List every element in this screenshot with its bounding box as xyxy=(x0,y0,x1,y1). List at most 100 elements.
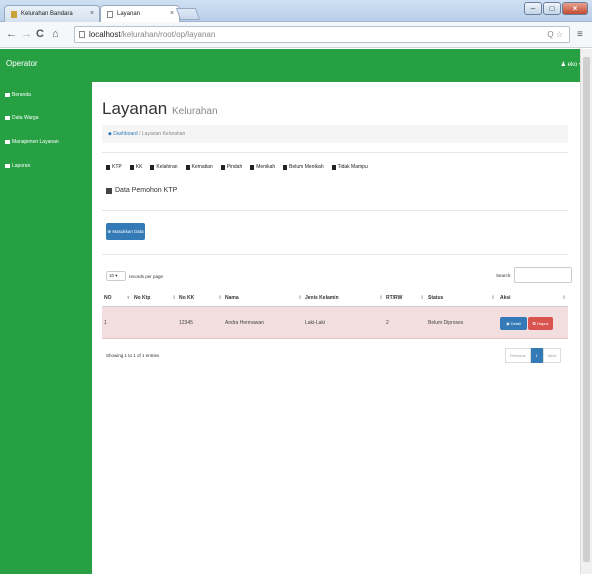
search-label: Search: xyxy=(496,272,512,278)
cell-status: Belum Diproses xyxy=(428,320,464,326)
cell-nama: Andra Hermawan xyxy=(225,320,264,326)
cell-no-kk: 12345 xyxy=(179,320,193,326)
bookmark-icon xyxy=(283,164,288,170)
hapus-button[interactable]: ✪ Hapus xyxy=(528,317,553,330)
col-no-ktp[interactable]: No Ktp xyxy=(134,295,150,301)
back-arrow-icon[interactable]: ← xyxy=(6,27,17,41)
sort-icon: ⇕ xyxy=(218,295,223,301)
tab-kematian[interactable]: Kematian xyxy=(185,164,213,170)
list-icon xyxy=(5,140,10,144)
sort-icon: ⇕ xyxy=(298,295,303,301)
records-per-page-select[interactable]: 10 ▾ xyxy=(106,271,126,281)
cell-no: 1 xyxy=(104,320,107,326)
bookmark-icon xyxy=(129,164,134,170)
bookmark-icon xyxy=(185,164,190,170)
dashboard-icon xyxy=(5,93,10,97)
users-icon xyxy=(106,187,112,194)
maximize-icon: □ xyxy=(549,4,555,13)
tab-label: Belum Menikah xyxy=(289,164,324,170)
add-data-button[interactable]: ⊕ Masukkan Data xyxy=(106,223,145,240)
url-host: localhost xyxy=(89,30,121,39)
tab-kelahiran[interactable]: Kelahiran xyxy=(150,164,178,170)
detail-button[interactable]: ◉ Detail xyxy=(500,317,527,330)
zoom-star-icons[interactable]: Q ☆ xyxy=(547,27,563,42)
records-per-page: 10 ▾ records per page xyxy=(106,271,163,281)
data-table: NO ▾ No Ktp ⇕ No KK ⇕ Nama ⇕ Jenis Kelam… xyxy=(102,290,568,339)
sidebar-item-data-warga[interactable]: Data Warga xyxy=(5,115,39,121)
pagination-previous[interactable]: Previous xyxy=(505,348,531,363)
col-jenis-kelamin[interactable]: Jenis Kelamin xyxy=(305,295,339,301)
minimize-icon: – xyxy=(530,4,536,13)
users-icon xyxy=(5,116,10,120)
breadcrumb-dashboard[interactable]: ◆ Dashboard xyxy=(108,131,138,137)
scrollbar-thumb[interactable] xyxy=(583,57,590,562)
col-no-kk[interactable]: No KK xyxy=(179,295,194,301)
tab-close-icon[interactable]: × xyxy=(170,10,174,17)
user-menu[interactable]: ♟ eko ▾ xyxy=(561,61,582,68)
cell-jenis-kelamin: Laki-Laki xyxy=(305,320,326,326)
new-tab-button[interactable] xyxy=(175,8,201,20)
user-name: eko xyxy=(567,62,578,68)
tab-close-icon[interactable]: × xyxy=(90,10,94,17)
sort-icon: ⇕ xyxy=(172,295,177,301)
app-brand[interactable]: Operator xyxy=(6,59,38,68)
sidebar-item-manajemen-layanan[interactable]: Manajemen Layanan xyxy=(5,139,59,145)
browser-tab-layanan[interactable]: Layanan × xyxy=(100,5,180,22)
section-title-text: Data Pemohon KTP xyxy=(115,187,178,194)
breadcrumb: ◆ Dashboard / Layanan Kelurahan xyxy=(102,125,568,143)
table-search: Search: xyxy=(496,267,572,283)
bookmark-icon xyxy=(331,164,336,170)
bookmark-icon xyxy=(106,164,110,170)
pagination-next[interactable]: Next xyxy=(542,348,562,363)
page-scrollbar[interactable] xyxy=(580,49,592,574)
search-input[interactable] xyxy=(513,267,572,283)
sort-icon: ⇕ xyxy=(491,295,496,301)
col-nama[interactable]: Nama xyxy=(225,295,239,301)
sidebar-item-beranda[interactable]: Beranda xyxy=(5,92,31,98)
maximize-button[interactable]: □ xyxy=(543,2,561,15)
url-input[interactable]: localhost/kelurahan/root/op/layanan Q ☆ xyxy=(74,26,570,43)
table-row: 1 12345 Andra Hermawan Laki-Laki 2 Belum… xyxy=(102,307,568,339)
tab-pindah[interactable]: Pindah xyxy=(220,164,243,170)
tab-label: Kelahiran xyxy=(156,164,178,170)
tab-kk[interactable]: KK xyxy=(129,164,142,170)
bookmark-icon xyxy=(150,164,155,170)
page-title: Layanan Kelurahan xyxy=(102,99,218,119)
user-icon: ♟ xyxy=(560,62,566,68)
tab-belum-menikah[interactable]: Belum Menikah xyxy=(283,164,324,170)
forward-arrow-icon[interactable]: → xyxy=(21,27,32,41)
print-icon xyxy=(5,164,10,168)
minimize-button[interactable]: – xyxy=(524,2,542,15)
tab-menikah[interactable]: Menikah xyxy=(250,164,275,170)
sidebar-item-label: Manajemen Layanan xyxy=(12,139,59,145)
page-title-text: Layanan xyxy=(102,99,168,118)
col-rtrw[interactable]: RT/RW xyxy=(386,295,402,301)
address-bar: ← → C ⌂ localhost/kelurahan/root/op/laya… xyxy=(0,22,592,48)
detail-label: Detail xyxy=(510,321,521,326)
page-icon xyxy=(79,31,85,38)
col-no[interactable]: NO xyxy=(104,295,112,301)
table-info: Showing 1 to 1 of 1 entries xyxy=(106,353,160,358)
tab-label: Pindah xyxy=(226,164,243,170)
tab-tidak-mampu[interactable]: Tidak Mampu xyxy=(331,164,368,170)
close-window-button[interactable]: × xyxy=(562,2,588,15)
sidebar-item-label: Data Warga xyxy=(12,115,39,121)
cell-rtrw: 2 xyxy=(386,320,389,326)
pagination-page-1[interactable]: 1 xyxy=(530,348,543,363)
divider xyxy=(102,152,568,153)
app-navbar: Operator ♟ eko ▾ xyxy=(0,49,592,82)
bookmark-icon xyxy=(220,164,225,170)
divider xyxy=(102,210,568,211)
reload-icon[interactable]: C xyxy=(36,27,44,41)
sort-icon: ⇕ xyxy=(420,295,425,301)
home-icon[interactable]: ⌂ xyxy=(52,27,59,41)
browser-tab-kelurahan[interactable]: Kelurahan Bandara × xyxy=(4,5,100,22)
browser-menu-icon[interactable]: ≡ xyxy=(577,29,583,40)
pagination: Previous 1 Next xyxy=(505,348,562,363)
tab-page-icon xyxy=(107,10,113,18)
col-aksi[interactable]: Aksi xyxy=(500,295,511,301)
col-status[interactable]: Status xyxy=(428,295,443,301)
tab-ktp[interactable]: KTP xyxy=(106,164,122,170)
sidebar-item-laporan[interactable]: Laporan xyxy=(5,163,30,169)
section-title: Data Pemohon KTP xyxy=(106,187,177,194)
